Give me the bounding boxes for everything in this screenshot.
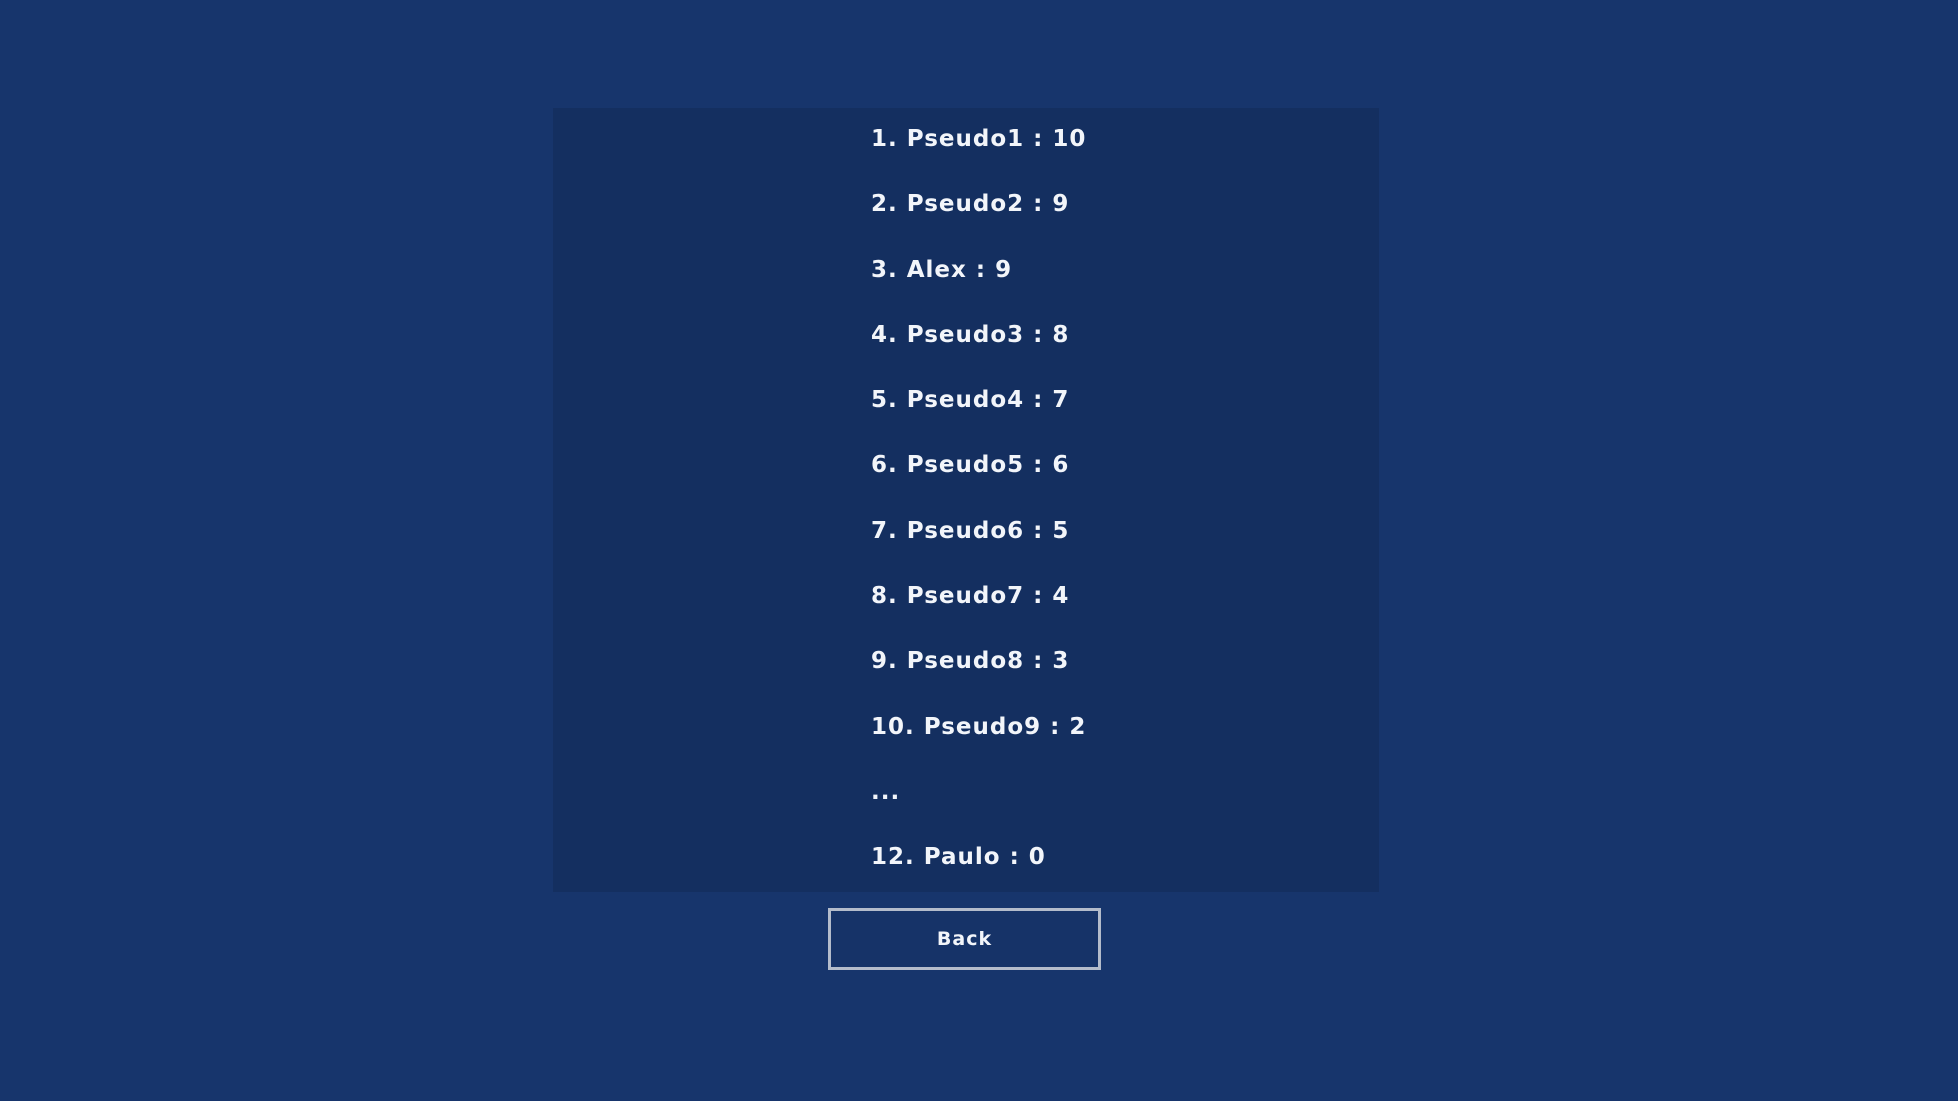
- back-button[interactable]: Back: [828, 908, 1101, 970]
- leaderboard-entry: 9. Pseudo8 : 3: [871, 648, 1070, 675]
- leaderboard-entry: 2. Pseudo2 : 9: [871, 191, 1070, 218]
- leaderboard-entry: 5. Pseudo4 : 7: [871, 387, 1070, 414]
- leaderboard-entry-current-player: 12. Paulo : 0: [871, 844, 1046, 871]
- leaderboard-entry: 7. Pseudo6 : 5: [871, 517, 1070, 544]
- leaderboard-list: 1. Pseudo1 : 10 2. Pseudo2 : 9 3. Alex :…: [871, 119, 1086, 903]
- leaderboard-entry: 10. Pseudo9 : 2: [871, 713, 1087, 740]
- leaderboard-panel: 1. Pseudo1 : 10 2. Pseudo2 : 9 3. Alex :…: [553, 108, 1379, 892]
- leaderboard-entry: 3. Alex : 9: [871, 256, 1013, 283]
- leaderboard-entry: 6. Pseudo5 : 6: [871, 452, 1070, 479]
- leaderboard-entry: 4. Pseudo3 : 8: [871, 321, 1070, 348]
- leaderboard-entry: 8. Pseudo7 : 4: [871, 583, 1070, 610]
- leaderboard-entry: 1. Pseudo1 : 10: [871, 126, 1087, 152]
- leaderboard-ellipsis: ...: [871, 778, 901, 805]
